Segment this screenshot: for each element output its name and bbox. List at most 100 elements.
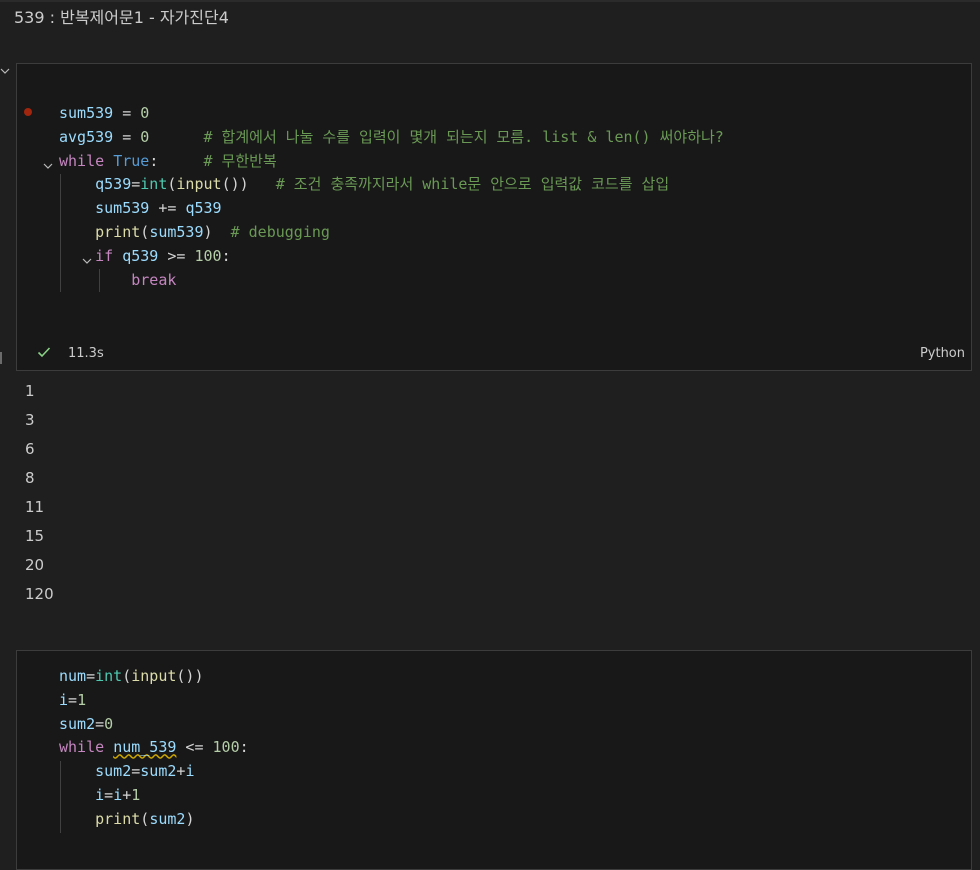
code-token: <=: [176, 738, 213, 757]
code-editor[interactable]: sum539 = 0 avg539 = 0 # 합계에서 나눌 수를 입력이 몇개…: [43, 102, 724, 293]
code-line[interactable]: sum2=sum2+i: [59, 760, 249, 784]
code-token: 100: [212, 738, 240, 757]
output-line: 11: [25, 498, 45, 516]
code-token: =: [113, 104, 141, 122]
chevron-down-icon[interactable]: [0, 66, 10, 76]
fold-chevron-icon[interactable]: [42, 156, 54, 169]
code-token: if: [95, 246, 114, 265]
code-token: sum539: [149, 222, 204, 241]
code-token: =: [113, 127, 141, 146]
code-token: True: [113, 151, 150, 170]
code-cell-2[interactable]: num=int(input()) i=1 sum2=0 while num_539 <…: [16, 650, 972, 870]
code-token: sum2: [59, 714, 96, 733]
code-token: 1: [131, 785, 141, 804]
code-token: # debugging: [230, 222, 330, 241]
code-token: >=: [158, 246, 195, 265]
code-token: input: [131, 667, 177, 685]
cell-output: 1 3 6 8 11 15 20 120: [25, 382, 54, 614]
code-token: sum2: [140, 762, 177, 781]
code-token: q539: [122, 246, 159, 265]
code-token: =: [68, 690, 78, 709]
page-title: 539 : 반복제어문1 - 자가진단4: [14, 8, 229, 27]
code-line[interactable]: break: [59, 269, 724, 293]
code-line[interactable]: avg539 = 0 # 합계에서 나눌 수를 입력이 몇개 되는지 모름. l…: [59, 126, 724, 150]
language-selector[interactable]: Python: [920, 346, 965, 361]
code-token: int: [140, 175, 168, 194]
code-token: sum2: [95, 762, 132, 781]
code-token: sum539: [95, 199, 150, 218]
code-token: 1: [77, 690, 87, 709]
code-token: +=: [149, 199, 186, 218]
code-token: i: [113, 785, 123, 804]
code-token: (: [122, 667, 132, 685]
code-line[interactable]: while num_539 <= 100:: [59, 736, 249, 760]
code-token: int: [95, 667, 123, 685]
check-icon: [37, 344, 51, 358]
cell-status-bar: 11.3s Python: [17, 338, 971, 368]
output-line: 8: [25, 469, 35, 487]
code-token: ): [185, 809, 195, 828]
code-token: ()): [176, 667, 204, 685]
code-token: =: [95, 714, 105, 733]
code-token: q539: [185, 199, 222, 218]
execution-time: 11.3s: [68, 346, 104, 361]
code-cell-1[interactable]: sum539 = 0 avg539 = 0 # 합계에서 나눌 수를 입력이 몇개…: [16, 63, 972, 371]
output-line: 3: [25, 411, 35, 429]
code-line[interactable]: q539=int(input()) # 조건 충족까지라서 while문 안으로…: [59, 173, 724, 197]
code-token: =: [131, 175, 141, 194]
code-token: 0: [140, 127, 150, 146]
code-token: num: [59, 667, 87, 685]
code-token: +: [122, 785, 132, 804]
code-line[interactable]: i=1: [59, 689, 249, 713]
code-token: # 무한반복: [203, 151, 277, 170]
code-token: while: [59, 151, 105, 170]
code-token: :: [149, 151, 204, 170]
code-line[interactable]: while True: # 무한반복: [43, 150, 724, 174]
code-line[interactable]: sum2=0: [59, 713, 249, 737]
code-line[interactable]: num=int(input()): [59, 665, 249, 689]
code-token: 0: [104, 714, 114, 733]
code-token: num_539: [113, 738, 177, 757]
code-token: sum2: [149, 809, 186, 828]
code-editor[interactable]: num=int(input()) i=1 sum2=0 while num_539 <…: [59, 665, 249, 832]
code-token: i: [95, 785, 105, 804]
code-token: q539: [95, 175, 132, 194]
code-token: (: [140, 809, 150, 828]
code-token: i: [185, 762, 195, 781]
code-line[interactable]: print(sum539) # debugging: [59, 221, 724, 245]
code-token: =: [131, 762, 141, 781]
code-token: avg539: [59, 127, 114, 146]
top-border: [0, 0, 980, 2]
code-line[interactable]: sum539 += q539: [59, 197, 724, 221]
cell-left-marker: [0, 352, 2, 364]
code-token: # 합계에서 나눌 수를 입력이 몇개 되는지 모름. list & len()…: [203, 127, 724, 146]
code-token: print: [95, 222, 141, 241]
code-token: input: [176, 175, 222, 194]
output-line: 20: [25, 556, 45, 574]
code-token: :: [239, 738, 249, 757]
code-token: 100: [194, 246, 222, 265]
code-token: (: [140, 222, 150, 241]
output-line: 1: [25, 382, 35, 400]
code-token: =: [86, 667, 96, 685]
code-line[interactable]: i=i+1: [59, 784, 249, 808]
breakpoint-icon[interactable]: [24, 108, 32, 116]
code-token: sum539: [59, 104, 114, 122]
code-token: =: [104, 785, 114, 804]
output-line: 6: [25, 440, 35, 458]
code-line[interactable]: if q539 >= 100:: [59, 245, 724, 269]
code-token: ()): [221, 175, 276, 194]
code-token: while: [59, 738, 105, 757]
code-line[interactable]: sum539 = 0: [59, 102, 724, 126]
code-line[interactable]: print(sum2): [59, 808, 249, 832]
fold-chevron-icon[interactable]: [81, 251, 93, 264]
